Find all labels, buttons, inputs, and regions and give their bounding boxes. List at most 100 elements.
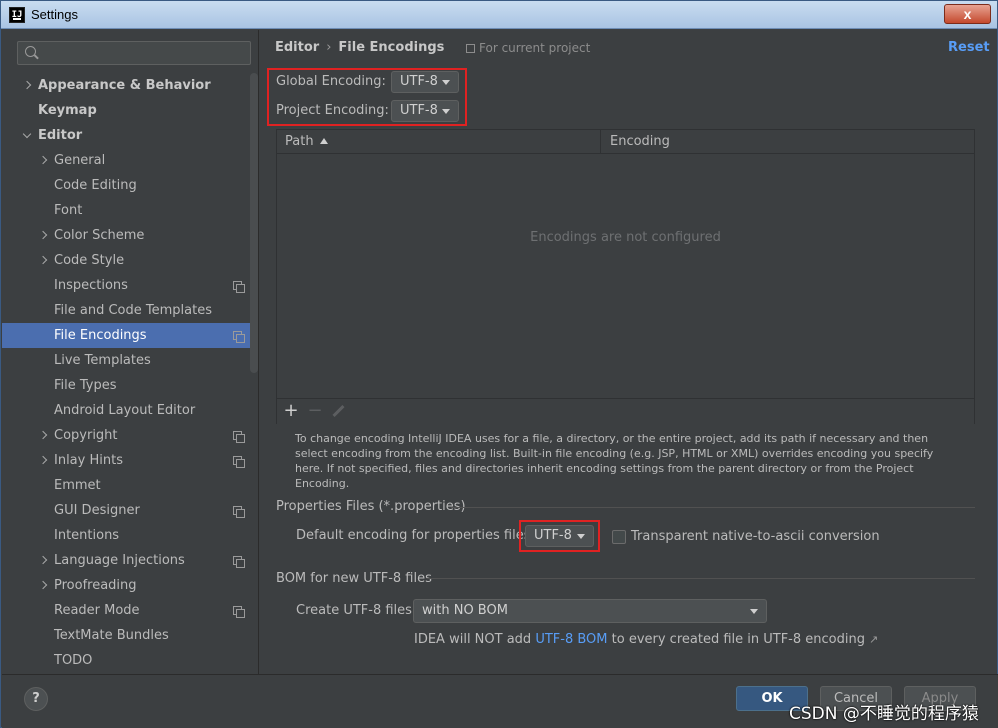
settings-tree: Appearance & Behavior Keymap Editor General… bbox=[2, 73, 258, 673]
column-divider[interactable] bbox=[600, 130, 601, 154]
bom-info-prefix: IDEA will NOT add bbox=[414, 632, 536, 647]
project-encoding-select[interactable]: UTF-8 bbox=[391, 100, 459, 122]
dropdown-arrow-icon bbox=[577, 534, 585, 539]
project-encoding-label: Project Encoding: bbox=[276, 103, 389, 118]
sidebar-item-label: TODO bbox=[54, 653, 93, 668]
project-scope-icon bbox=[233, 456, 245, 468]
sidebar-item-label: Inspections bbox=[54, 278, 128, 293]
global-encoding-label: Global Encoding: bbox=[276, 74, 386, 89]
section-divider bbox=[451, 507, 975, 508]
default-properties-encoding-label: Default encoding for properties files: bbox=[296, 528, 535, 543]
sidebar-item-android-layout-editor[interactable]: Android Layout Editor bbox=[2, 398, 258, 423]
properties-encoding-select[interactable]: UTF-8 bbox=[525, 525, 594, 547]
sidebar-item-emmet[interactable]: Emmet bbox=[2, 473, 258, 498]
add-icon[interactable]: + bbox=[281, 401, 301, 421]
sidebar-item-inlay-hints[interactable]: Inlay Hints bbox=[2, 448, 258, 473]
project-encoding-value: UTF-8 bbox=[400, 103, 438, 118]
bom-select-value: with NO BOM bbox=[422, 603, 508, 618]
project-scope-icon bbox=[233, 506, 245, 518]
sidebar-item-label: Editor bbox=[38, 128, 83, 143]
sidebar-item-general[interactable]: General bbox=[2, 148, 258, 173]
sidebar-scrollbar[interactable] bbox=[250, 73, 258, 373]
sidebar-item-label: GUI Designer bbox=[54, 503, 140, 518]
remove-icon: − bbox=[307, 400, 323, 421]
sidebar-item-gui-designer[interactable]: GUI Designer bbox=[2, 498, 258, 523]
dropdown-arrow-icon bbox=[442, 80, 450, 85]
transparent-conversion-checkbox[interactable] bbox=[612, 530, 626, 544]
empty-table-text: Encodings are not configured bbox=[530, 230, 721, 245]
project-scope-icon bbox=[233, 331, 245, 343]
close-button[interactable]: x bbox=[944, 4, 991, 24]
dropdown-arrow-icon bbox=[750, 609, 758, 614]
sidebar-item-proofreading[interactable]: Proofreading bbox=[2, 573, 258, 598]
sidebar-item-label: File Types bbox=[54, 378, 117, 393]
sidebar-item-label: General bbox=[54, 153, 106, 168]
transparent-conversion-label[interactable]: Transparent native-to-ascii conversion bbox=[631, 529, 880, 544]
sidebar-item-appearance-behavior[interactable]: Appearance & Behavior bbox=[2, 73, 258, 98]
sidebar-item-file-and-code-templates[interactable]: File and Code Templates bbox=[2, 298, 258, 323]
encoding-column-header[interactable]: Encoding bbox=[610, 130, 670, 154]
sidebar-item-language-injections[interactable]: Language Injections bbox=[2, 548, 258, 573]
dropdown-arrow-icon bbox=[442, 109, 450, 114]
table-header: Path Encoding bbox=[277, 130, 974, 154]
sidebar-item-file-encodings[interactable]: File Encodings bbox=[2, 323, 258, 348]
sidebar-item-label: Android Layout Editor bbox=[54, 403, 196, 418]
project-note-text: For current project bbox=[479, 41, 591, 55]
sidebar-item-label: Inlay Hints bbox=[54, 453, 123, 468]
sidebar-item-label: File Encodings bbox=[54, 328, 147, 343]
sidebar-item-code-editing[interactable]: Code Editing bbox=[2, 173, 258, 198]
project-scope-icon bbox=[233, 431, 245, 443]
sidebar-item-code-style[interactable]: Code Style bbox=[2, 248, 258, 273]
utf8-bom-link[interactable]: UTF-8 BOM bbox=[535, 632, 607, 647]
sidebar-item-reader-mode[interactable]: Reader Mode bbox=[2, 598, 258, 623]
bom-section-title: BOM for new UTF-8 files bbox=[276, 571, 432, 586]
project-scope-icon bbox=[466, 44, 475, 53]
sidebar-item-todo[interactable]: TODO bbox=[2, 648, 258, 673]
sidebar-item-label: Live Templates bbox=[54, 353, 151, 368]
sidebar-item-textmate-bundles[interactable]: TextMate Bundles bbox=[2, 623, 258, 648]
sidebar-item-label: Code Style bbox=[54, 253, 125, 268]
properties-encoding-value: UTF-8 bbox=[534, 528, 572, 543]
sidebar-item-inspections[interactable]: Inspections bbox=[2, 273, 258, 298]
sidebar-item-label: Language Injections bbox=[54, 553, 185, 568]
bom-select[interactable]: with NO BOM bbox=[413, 599, 767, 623]
csdn-watermark: CSDN @不睡觉的程序猿 bbox=[789, 704, 979, 724]
window-title: Settings bbox=[31, 7, 78, 22]
project-scope-icon bbox=[233, 281, 245, 293]
sidebar-item-font[interactable]: Font bbox=[2, 198, 258, 223]
sidebar-item-label: Copyright bbox=[54, 428, 118, 443]
path-column-header[interactable]: Path bbox=[285, 130, 328, 154]
settings-sidebar: Appearance & Behavior Keymap Editor General… bbox=[2, 30, 259, 674]
global-encoding-value: UTF-8 bbox=[400, 74, 438, 89]
sidebar-item-keymap[interactable]: Keymap bbox=[2, 98, 258, 123]
sidebar-item-color-scheme[interactable]: Color Scheme bbox=[2, 223, 258, 248]
help-button[interactable]: ? bbox=[24, 687, 48, 711]
breadcrumb-separator: › bbox=[326, 40, 332, 55]
sidebar-item-intentions[interactable]: Intentions bbox=[2, 523, 258, 548]
settings-search-input[interactable] bbox=[17, 41, 251, 65]
sidebar-item-label: Font bbox=[54, 203, 83, 218]
file-encodings-panel: Editor › File Encodings For current projec… bbox=[260, 30, 997, 674]
sidebar-item-label: Appearance & Behavior bbox=[38, 78, 211, 93]
sidebar-item-label: Emmet bbox=[54, 478, 101, 493]
bom-info-suffix: to every created file in UTF-8 encoding bbox=[607, 632, 865, 647]
edit-pencil-icon bbox=[332, 404, 345, 418]
breadcrumb: Editor › File Encodings bbox=[275, 40, 444, 55]
sidebar-item-label: File and Code Templates bbox=[54, 303, 212, 318]
breadcrumb-editor[interactable]: Editor bbox=[275, 40, 319, 55]
sidebar-item-file-types[interactable]: File Types bbox=[2, 373, 258, 398]
create-utf8-files-label: Create UTF-8 files: bbox=[296, 603, 417, 618]
sidebar-item-live-templates[interactable]: Live Templates bbox=[2, 348, 258, 373]
sidebar-item-label: Color Scheme bbox=[54, 228, 145, 243]
sidebar-item-label: Intentions bbox=[54, 528, 120, 543]
sidebar-item-editor[interactable]: Editor bbox=[2, 123, 258, 148]
reset-link[interactable]: Reset bbox=[948, 40, 990, 55]
project-scope-icon bbox=[233, 606, 245, 618]
table-toolbar: + − bbox=[277, 398, 974, 424]
settings-window: IJ Settings x Appearance & Behavior Keyma… bbox=[0, 0, 998, 728]
for-current-project-note: For current project bbox=[466, 41, 590, 55]
global-encoding-select[interactable]: UTF-8 bbox=[391, 71, 459, 93]
search-icon bbox=[25, 46, 36, 57]
sidebar-item-copyright[interactable]: Copyright bbox=[2, 423, 258, 448]
sort-ascending-icon bbox=[319, 138, 328, 144]
